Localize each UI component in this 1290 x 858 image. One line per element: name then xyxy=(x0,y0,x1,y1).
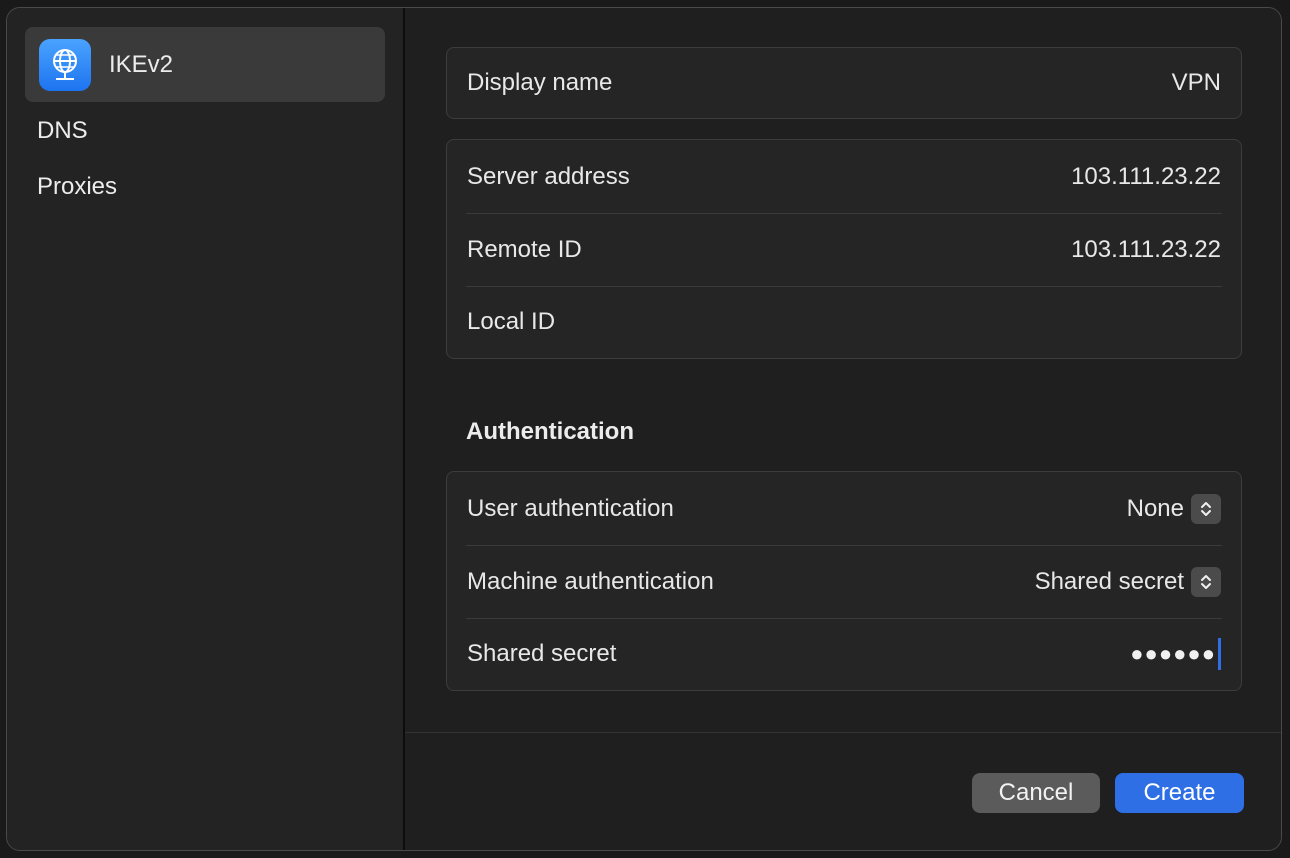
sidebar-item-proxies[interactable]: Proxies xyxy=(37,173,117,201)
machine-auth-value: Shared secret xyxy=(1034,567,1184,595)
server-address-row[interactable]: Server address 103.111.23.22 xyxy=(447,140,1241,213)
remote-id-row[interactable]: Remote ID 103.111.23.22 xyxy=(447,213,1241,286)
user-auth-row: User authentication None xyxy=(447,472,1241,545)
server-group: Server address 103.111.23.22 Remote ID 1… xyxy=(446,139,1242,359)
sidebar: IKEv2 DNS Proxies xyxy=(7,8,405,850)
cancel-button[interactable]: Cancel xyxy=(972,773,1100,813)
authentication-heading: Authentication xyxy=(466,418,634,445)
local-id-row[interactable]: Local ID xyxy=(447,286,1241,358)
user-auth-label: User authentication xyxy=(467,494,674,522)
vpn-globe-icon xyxy=(39,38,91,91)
sidebar-item-label: IKEv2 xyxy=(109,50,174,78)
user-auth-value: None xyxy=(1126,494,1184,522)
machine-auth-row: Machine authentication Shared secret xyxy=(447,545,1241,618)
remote-id-label: Remote ID xyxy=(467,235,582,263)
text-cursor xyxy=(1218,638,1221,670)
machine-auth-popup[interactable]: Shared secret xyxy=(1034,566,1221,597)
machine-auth-label: Machine authentication xyxy=(467,567,714,595)
display-name-label: Display name xyxy=(467,69,613,96)
chevron-up-down-icon[interactable] xyxy=(1191,566,1221,597)
shared-secret-field[interactable]: ●●●●●● xyxy=(1130,638,1221,670)
user-auth-popup[interactable]: None xyxy=(1126,493,1221,524)
chevron-up-down-icon[interactable] xyxy=(1191,493,1221,524)
display-name-group: Display name VPN xyxy=(446,47,1242,119)
sidebar-item-ikev2[interactable]: IKEv2 xyxy=(25,27,385,102)
shared-secret-row: Shared secret ●●●●●● xyxy=(447,618,1241,690)
remote-id-field[interactable]: 103.111.23.22 xyxy=(1071,236,1221,264)
display-name-row[interactable]: Display name VPN xyxy=(447,48,1241,118)
shared-secret-label: Shared secret xyxy=(467,640,617,667)
footer-bar: Cancel Create xyxy=(405,732,1281,850)
create-button[interactable]: Create xyxy=(1115,773,1244,813)
sidebar-item-dns[interactable]: DNS xyxy=(37,117,88,145)
display-name-field[interactable]: VPN xyxy=(1172,69,1221,97)
authentication-group: User authentication None Machine authent… xyxy=(446,471,1242,691)
shared-secret-dots: ●●●●●● xyxy=(1130,641,1216,666)
server-address-label: Server address xyxy=(467,162,630,190)
local-id-label: Local ID xyxy=(467,308,556,335)
settings-content: Display name VPN Server address 103.111.… xyxy=(405,8,1281,732)
server-address-field[interactable]: 103.111.23.22 xyxy=(1071,163,1221,191)
vpn-config-window: IKEv2 DNS Proxies Display name VPN Serve… xyxy=(6,7,1282,851)
